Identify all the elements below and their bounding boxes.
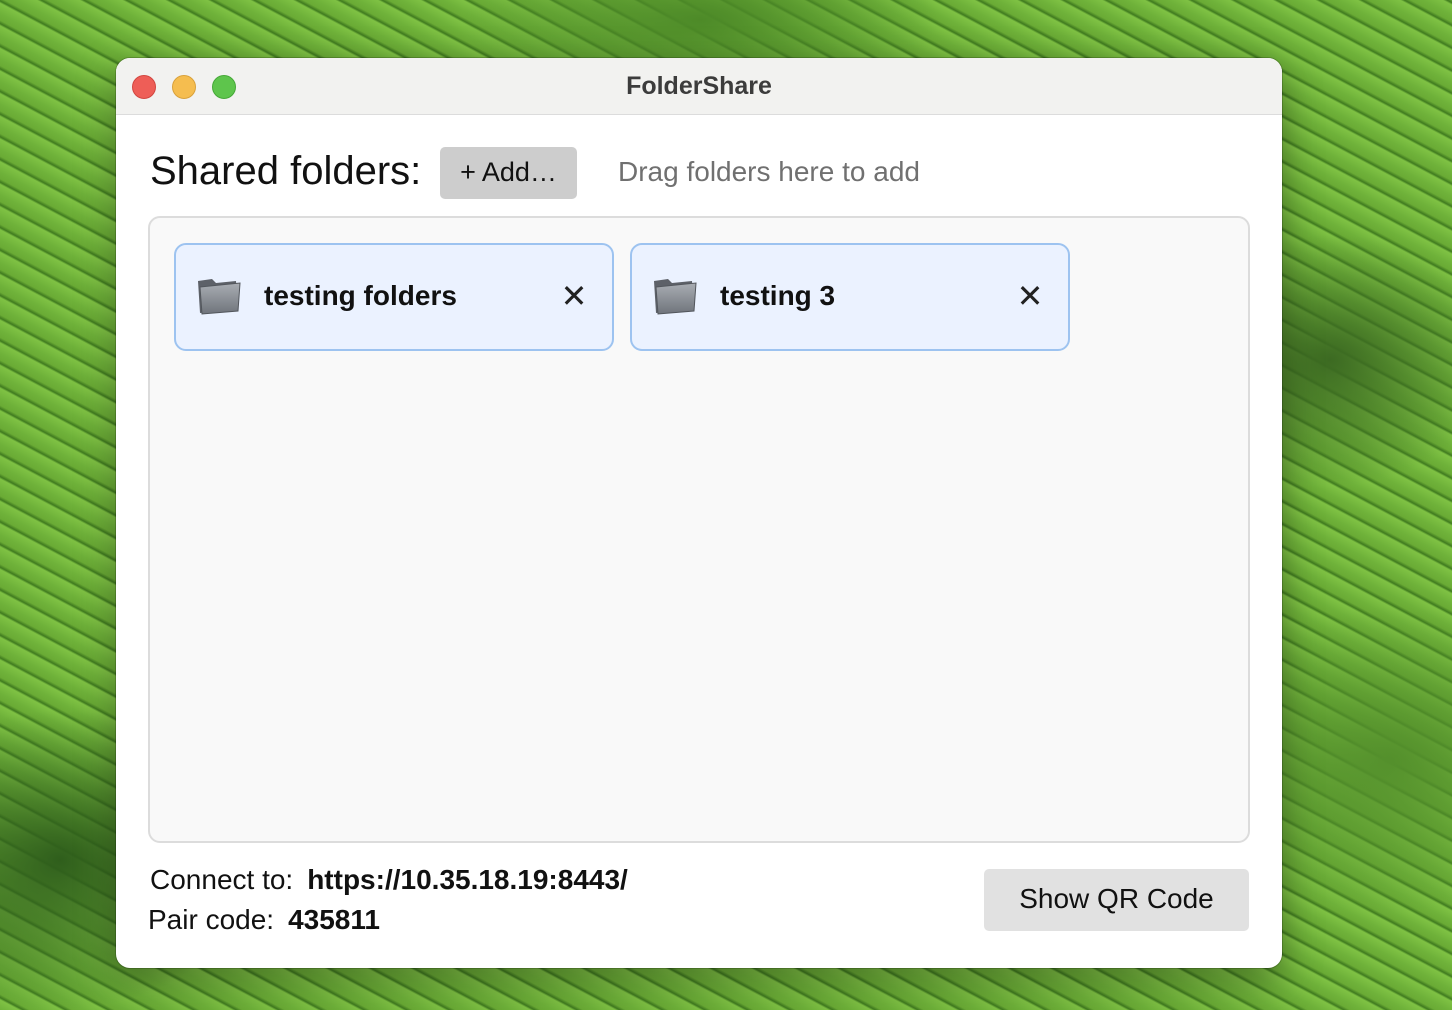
remove-folder-button[interactable]: ✕ — [556, 279, 592, 315]
drag-hint: Drag folders here to add — [618, 156, 920, 187]
folder-icon — [654, 279, 697, 315]
pair-code: 435811 — [288, 904, 380, 935]
connect-label: Connect to: — [150, 864, 294, 895]
folder-icon — [198, 279, 241, 315]
connect-info: Connect to: https://10.35.18.19:8443/ — [150, 862, 628, 898]
add-folder-button[interactable]: + Add… — [440, 147, 577, 199]
desktop-background: FolderShare Shared folders: + Add… Drag … — [0, 0, 1452, 1010]
app-window: FolderShare Shared folders: + Add… Drag … — [116, 58, 1282, 968]
folder-chip[interactable]: testing 3 ✕ — [630, 243, 1070, 351]
shared-folders-heading: Shared folders: — [150, 149, 422, 193]
title-bar: FolderShare — [116, 58, 1282, 115]
window-title: FolderShare — [626, 72, 772, 100]
folder-chip[interactable]: testing folders ✕ — [174, 243, 614, 351]
pair-info: Pair code: 435811 — [148, 902, 380, 938]
folder-name: testing folders — [264, 280, 457, 311]
show-qr-code-button[interactable]: Show QR Code — [984, 869, 1249, 931]
folder-name: testing 3 — [720, 280, 836, 311]
pair-label: Pair code: — [148, 904, 275, 935]
remove-folder-button[interactable]: ✕ — [1012, 279, 1048, 315]
connect-url: https://10.35.18.19:8443/ — [307, 864, 628, 895]
folder-drop-area[interactable]: testing folders ✕ testing 3 ✕ — [148, 216, 1250, 843]
